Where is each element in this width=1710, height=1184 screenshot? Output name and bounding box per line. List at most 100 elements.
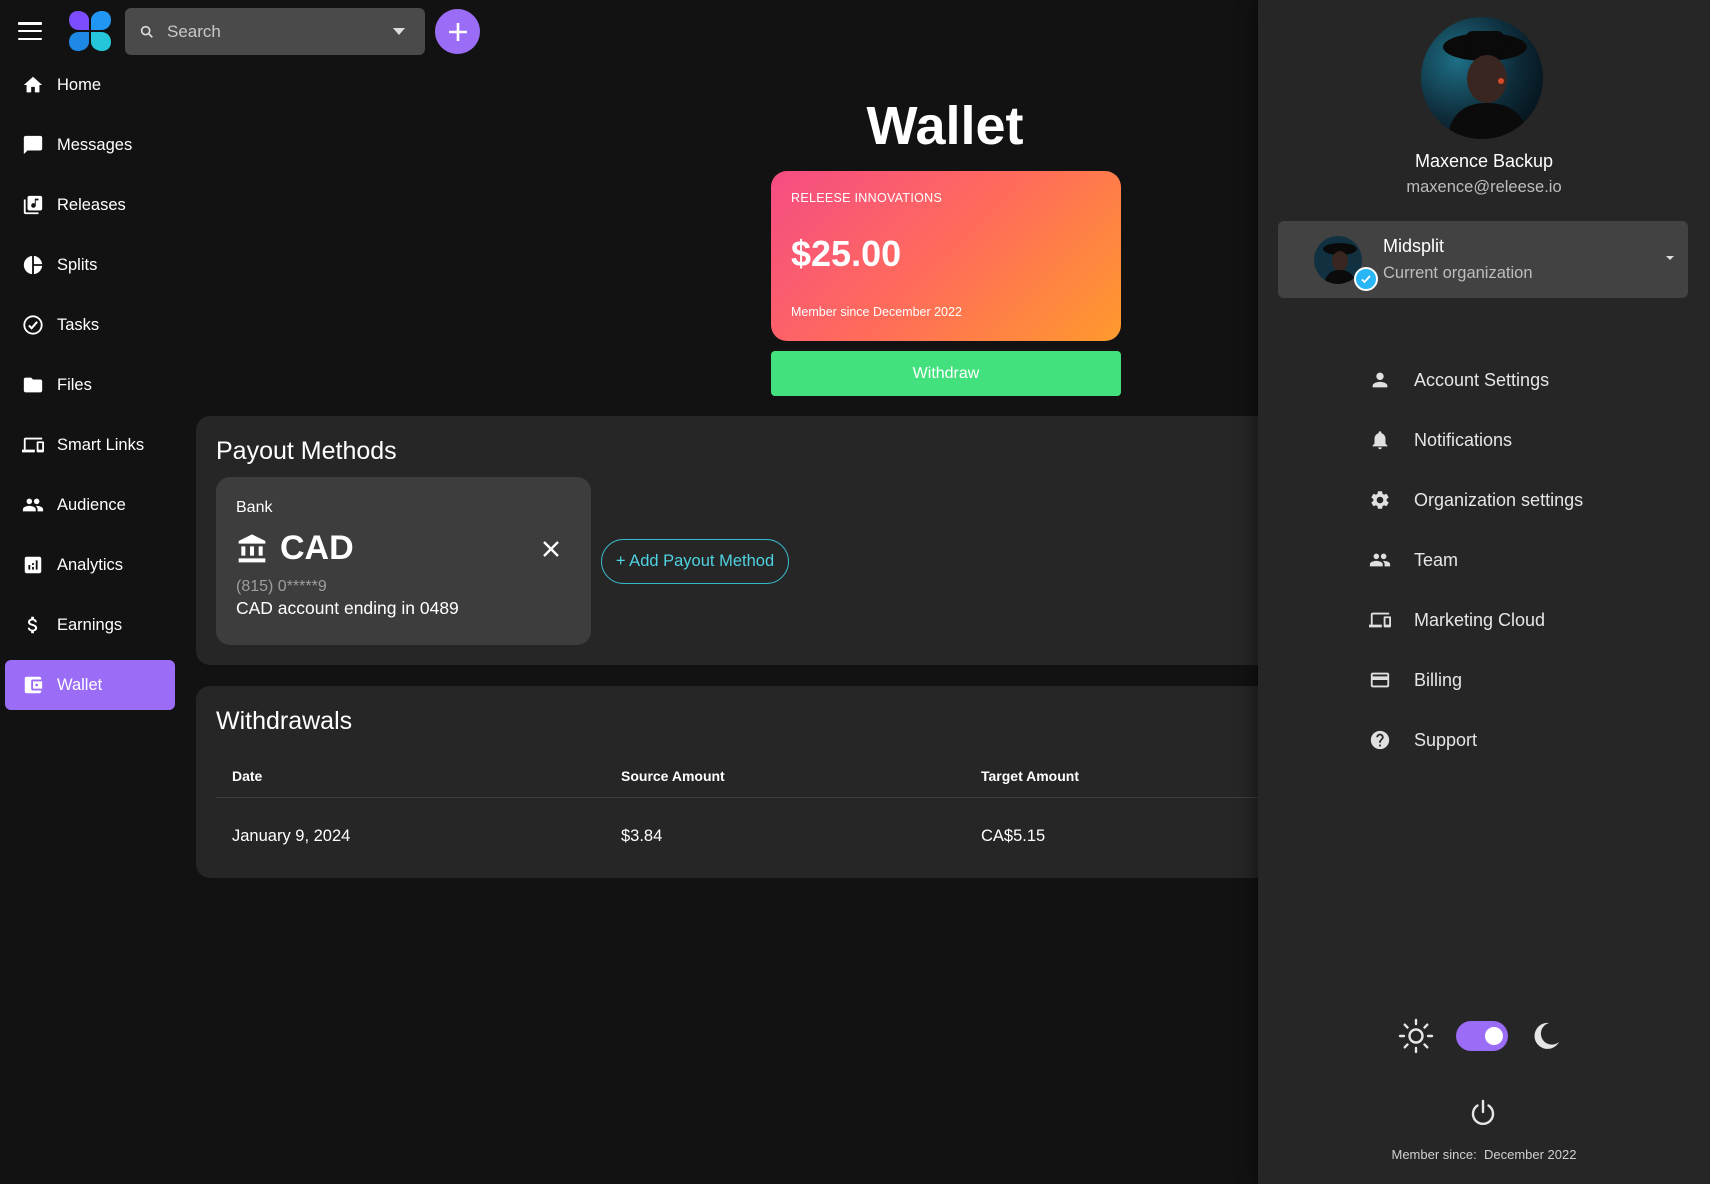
- menu-item-label: Organization settings: [1414, 489, 1584, 510]
- help-icon: [1368, 728, 1392, 752]
- user-email: maxence@releese.io: [1406, 178, 1562, 196]
- pie-chart-icon: [21, 253, 45, 277]
- check-circle-icon: [21, 313, 45, 337]
- team-icon: [1368, 548, 1392, 572]
- organization-selector[interactable]: Midsplit Current organization: [1278, 221, 1688, 298]
- menu-item-marketing-cloud[interactable]: Marketing Cloud: [1368, 590, 1668, 650]
- menu-item-account-settings[interactable]: Account Settings: [1368, 350, 1668, 410]
- menu-item-organization-settings[interactable]: Organization settings: [1368, 470, 1668, 530]
- member-since: Member since: December 2022: [1391, 1147, 1577, 1162]
- check-icon: [1354, 267, 1378, 291]
- sidebar-item-files[interactable]: Files: [5, 360, 175, 410]
- sidebar-item-earnings[interactable]: Earnings: [5, 600, 175, 650]
- menu-item-label: Billing: [1414, 669, 1463, 690]
- sidebar-item-wallet[interactable]: Wallet: [5, 660, 175, 710]
- folder-icon: [21, 373, 45, 397]
- card-balance: $25.00: [791, 233, 902, 274]
- menu-icon[interactable]: [18, 20, 42, 42]
- sidebar-item-label: Earnings: [57, 615, 123, 634]
- chat-icon: [21, 133, 45, 157]
- card-company: RELEESE INNOVATIONS: [791, 191, 943, 205]
- menu-item-label: Account Settings: [1414, 369, 1550, 390]
- menu-item-label: Notifications: [1414, 429, 1513, 450]
- bank-phone: (815) 0*****9: [236, 578, 327, 595]
- devices-icon: [21, 433, 45, 457]
- add-payout-method-button[interactable]: + Add Payout Method: [601, 539, 789, 584]
- wallet-icon: [21, 673, 45, 697]
- music-library-icon: [21, 193, 45, 217]
- bank-payout-card[interactable]: Bank CAD (815) 0*****9 CAD account endin…: [216, 477, 591, 645]
- bank-description: CAD account ending in 0489: [236, 598, 459, 618]
- people-icon: [21, 493, 45, 517]
- bank-currency: CAD: [280, 529, 354, 567]
- avatar[interactable]: [1421, 17, 1543, 139]
- chevron-down-icon[interactable]: [393, 28, 405, 35]
- withdrawal-source-amount: $3.84: [621, 827, 663, 845]
- bank-icon: [238, 533, 266, 562]
- payout-methods-title: Payout Methods: [216, 437, 397, 465]
- sun-icon[interactable]: [1398, 1018, 1434, 1054]
- organization-subtitle: Current organization: [1383, 264, 1533, 282]
- organization-name: Midsplit: [1383, 236, 1445, 256]
- column-header-date: Date: [232, 768, 263, 784]
- withdrawal-date: January 9, 2024: [232, 827, 351, 845]
- sidebar-item-label: Tasks: [57, 315, 100, 334]
- table-row[interactable]: January 9, 2024 $3.84 CA$5.15: [216, 799, 1258, 877]
- dollar-icon: [21, 613, 45, 637]
- sidebar-item-messages[interactable]: Messages: [5, 120, 175, 170]
- menu-item-support[interactable]: Support: [1368, 710, 1668, 770]
- menu-item-team[interactable]: Team: [1368, 530, 1668, 590]
- sidebar-item-audience[interactable]: Audience: [5, 480, 175, 530]
- menu-item-notifications[interactable]: Notifications: [1368, 410, 1668, 470]
- toggle-knob: [1485, 1027, 1503, 1045]
- card-member-since: Member since December 2022: [791, 305, 962, 319]
- bell-icon: [1368, 428, 1392, 452]
- search-icon: [140, 25, 153, 38]
- sidebar-item-label: Releases: [57, 195, 126, 214]
- power-icon[interactable]: [1467, 1097, 1499, 1129]
- sidebar-item-label: Analytics: [57, 555, 124, 574]
- table-header: Date Source Amount Target Amount: [216, 758, 1258, 798]
- sidebar-item-label: Messages: [57, 135, 133, 154]
- sidebar-item-smart-links[interactable]: Smart Links: [5, 420, 175, 470]
- devices-icon: [1368, 608, 1392, 632]
- sidebar-item-label: Smart Links: [57, 435, 145, 454]
- sidebar-item-analytics[interactable]: Analytics: [5, 540, 175, 590]
- bank-type-label: Bank: [236, 499, 273, 516]
- close-icon[interactable]: [541, 539, 561, 559]
- withdrawal-target-amount: CA$5.15: [981, 827, 1046, 845]
- payout-methods-panel: Payout Methods Bank CAD (815) 0*****9 CA…: [196, 416, 1258, 665]
- page-title: Wallet: [866, 96, 1024, 156]
- menu-item-label: Support: [1414, 729, 1478, 750]
- plus-icon: [448, 22, 467, 41]
- home-icon: [21, 73, 45, 97]
- withdrawals-title: Withdrawals: [216, 707, 353, 735]
- withdraw-button[interactable]: Withdraw: [771, 351, 1121, 396]
- sidebar-item-label: Splits: [57, 255, 98, 274]
- sidebar-item-label: Files: [57, 375, 92, 394]
- dark-mode-toggle[interactable]: [1456, 1021, 1508, 1051]
- withdrawals-panel: Withdrawals Date Source Amount Target Am…: [196, 686, 1258, 878]
- column-header-target-amount: Target Amount: [981, 768, 1079, 784]
- account-drawer: Maxence Backup maxence@releese.io Midspl…: [1258, 0, 1710, 1184]
- analytics-icon: [21, 553, 45, 577]
- sidebar-item-label: Audience: [57, 495, 126, 514]
- menu-item-billing[interactable]: Billing: [1368, 650, 1668, 710]
- sidebar-item-home[interactable]: Home: [5, 60, 175, 110]
- account-menu: Account Settings Notifications Organizat…: [1368, 350, 1668, 770]
- theme-switcher: [1398, 1016, 1570, 1056]
- logo[interactable]: [68, 10, 112, 52]
- sidebar-item-releases[interactable]: Releases: [5, 180, 175, 230]
- menu-item-label: Team: [1414, 549, 1459, 570]
- balance-card: RELEESE INNOVATIONS $25.00 Member since …: [771, 171, 1121, 341]
- moon-icon[interactable]: [1530, 1020, 1562, 1052]
- search-input[interactable]: Search: [125, 8, 425, 55]
- user-name: Maxence Backup: [1414, 151, 1554, 171]
- gear-icon: [1368, 488, 1392, 512]
- sidebar-item-splits[interactable]: Splits: [5, 240, 175, 290]
- sidebar: Home Messages Releases Splits Tasks File…: [5, 60, 175, 720]
- sidebar-item-tasks[interactable]: Tasks: [5, 300, 175, 350]
- add-button[interactable]: [435, 9, 480, 54]
- column-header-source-amount: Source Amount: [621, 768, 725, 784]
- person-icon: [1368, 368, 1392, 392]
